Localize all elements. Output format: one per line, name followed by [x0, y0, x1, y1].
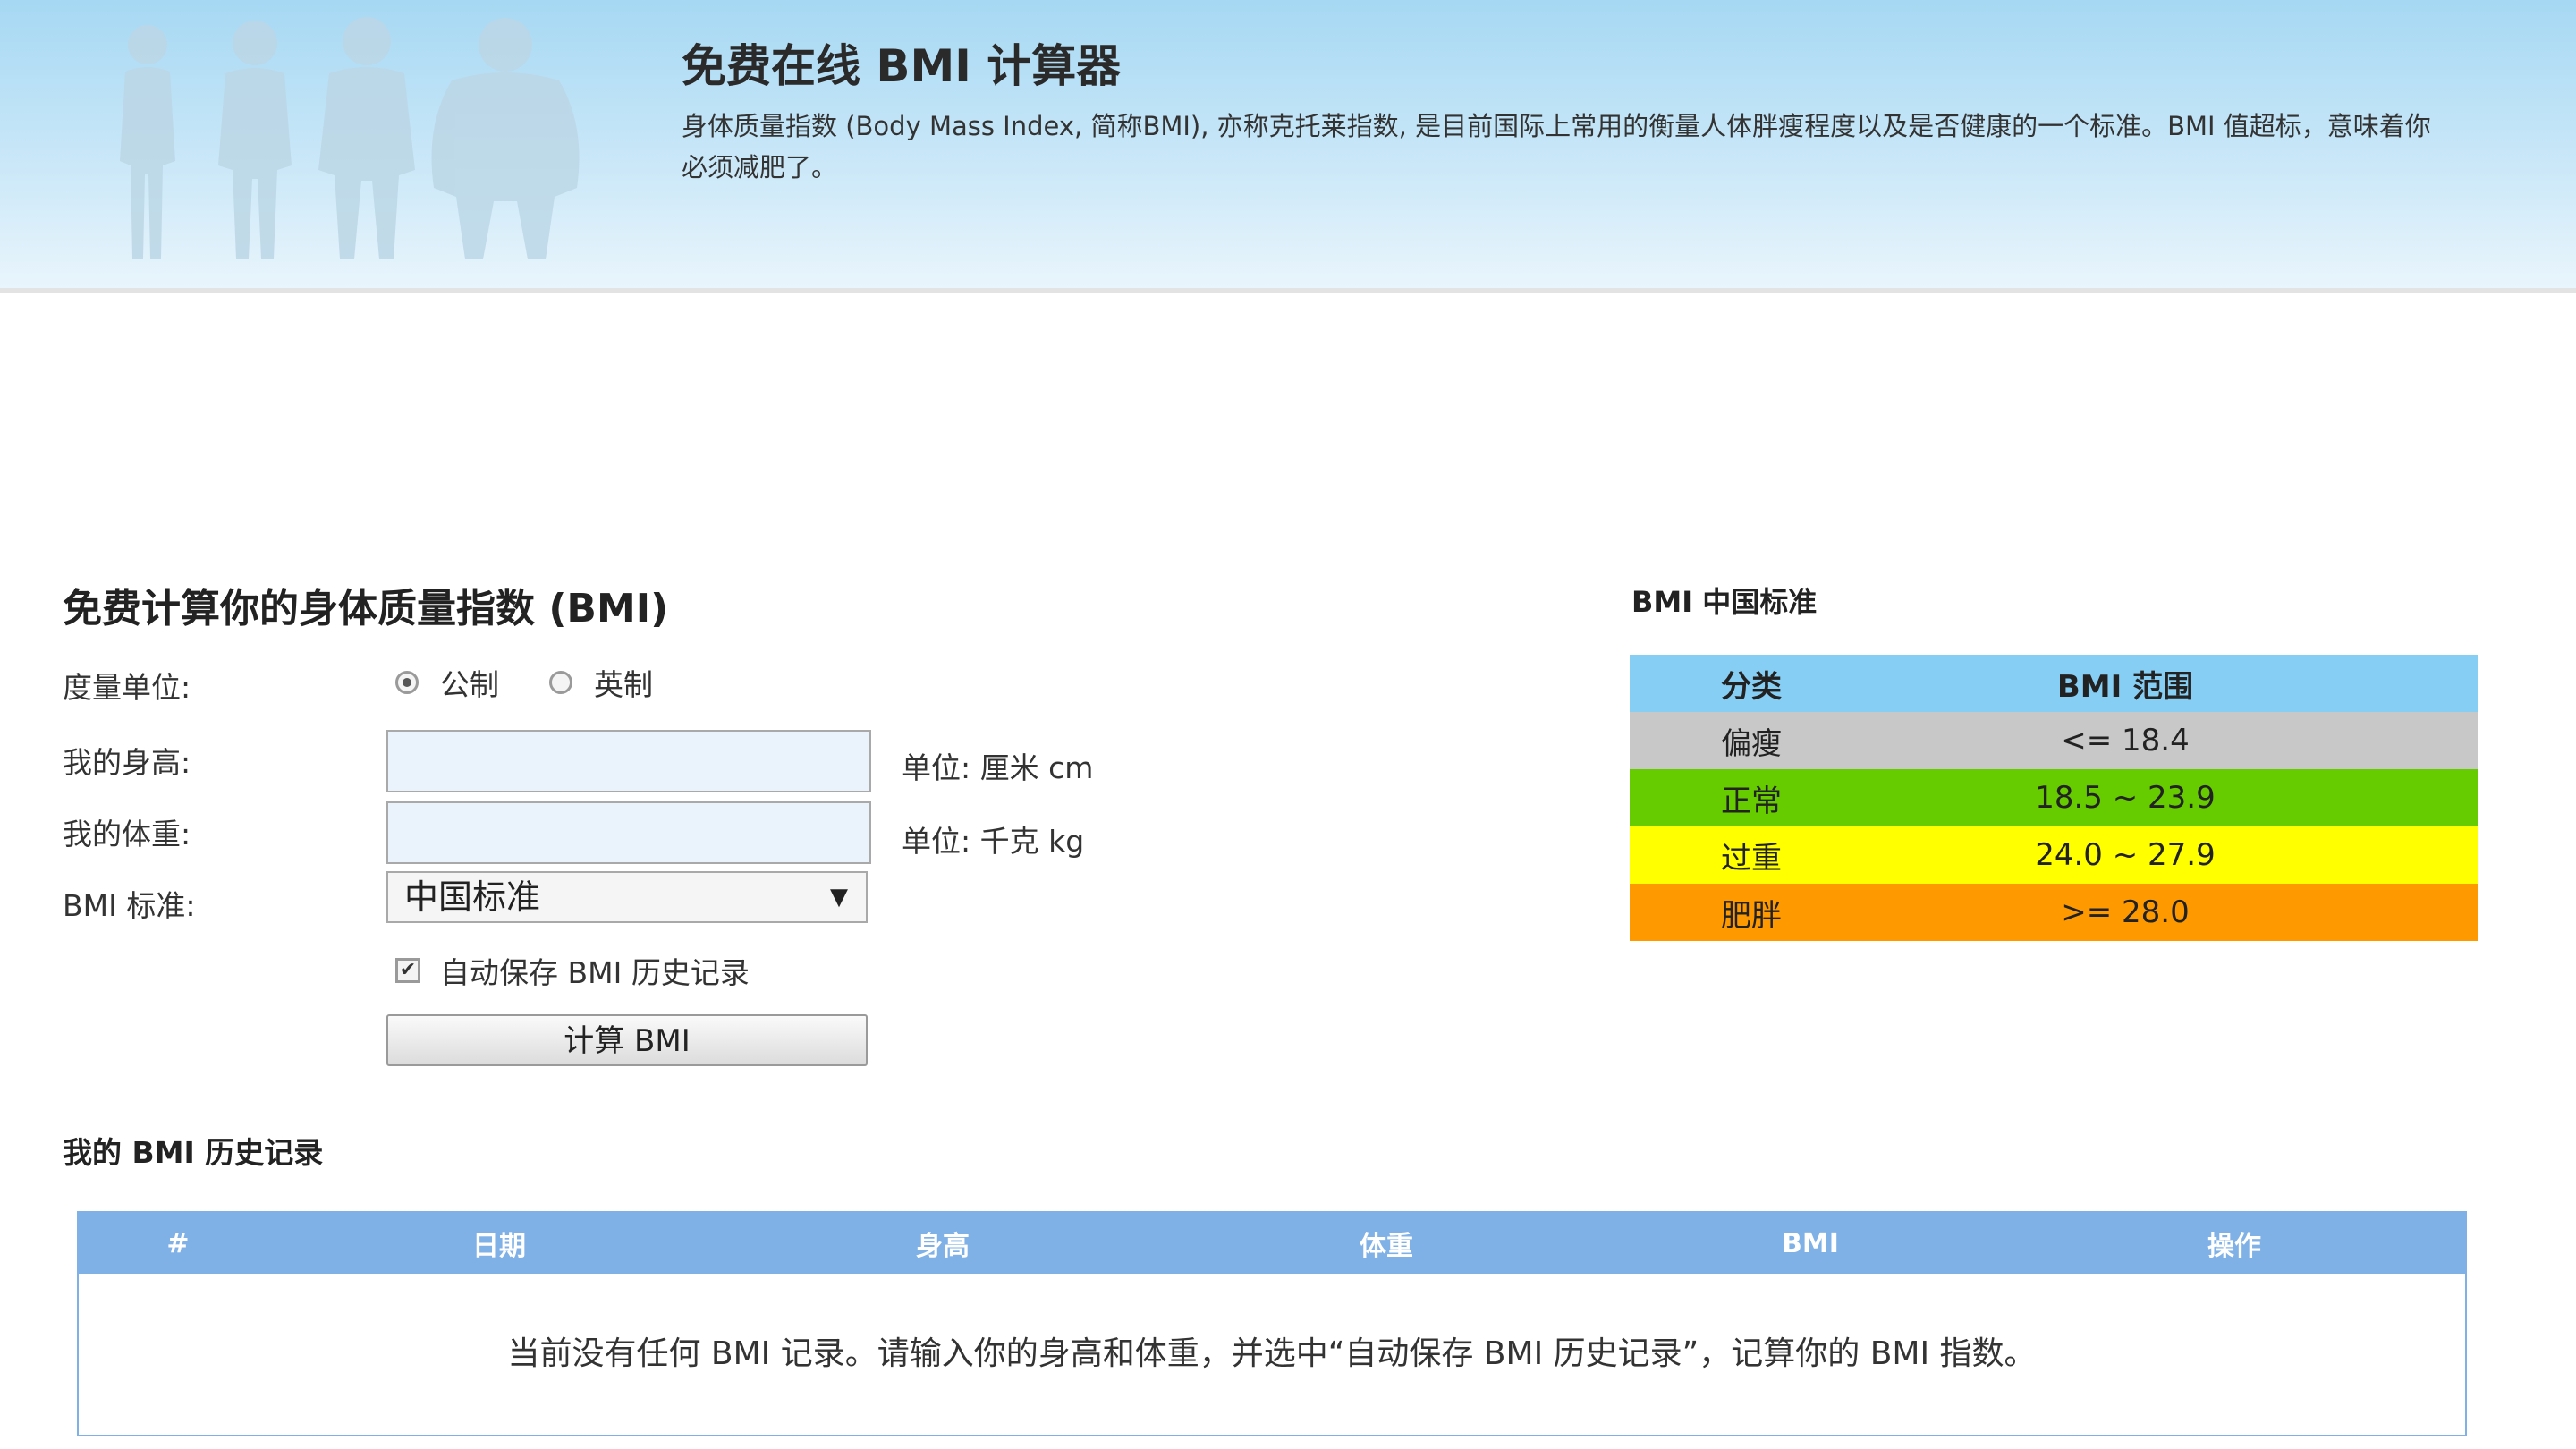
- row-range: >= 28.0: [2061, 894, 2190, 930]
- history-col-index: #: [166, 1227, 190, 1259]
- history-col-date: 日期: [472, 1231, 526, 1262]
- history-col-actions: 操作: [2207, 1231, 2261, 1262]
- row-range: 24.0 ~ 27.9: [2035, 837, 2216, 873]
- standard-label: BMI 标准:: [63, 888, 196, 923]
- height-input[interactable]: [386, 730, 871, 792]
- header-category: 分类: [1721, 668, 1782, 705]
- weight-unit: 单位: 千克 kg: [902, 824, 1085, 859]
- history-table: # 日期 身高 体重 BMI 操作 当前没有任何 BMI 记录。请输入你的身高和…: [77, 1211, 2467, 1436]
- unit-radio-group: 公制 英制: [395, 662, 703, 703]
- row-category: 过重: [1721, 840, 1782, 877]
- unit-label: 度量单位:: [63, 670, 191, 705]
- height-label: 我的身高:: [63, 745, 191, 780]
- standard-row-overweight: 过重 24.0 ~ 27.9: [1630, 826, 2478, 884]
- standard-row-obese: 肥胖 >= 28.0: [1630, 884, 2478, 941]
- height-unit: 单位: 厘米 cm: [902, 750, 1094, 785]
- body-silhouettes-icon: [120, 17, 580, 259]
- standard-select-value: 中国标准: [404, 877, 541, 917]
- standard-row-normal: 正常 18.5 ~ 23.9: [1630, 769, 2478, 826]
- autosave-row: ✔ 自动保存 BMI 历史记录: [395, 950, 750, 991]
- row-category: 正常: [1721, 783, 1782, 819]
- row-category: 肥胖: [1721, 897, 1782, 934]
- standard-row-underweight: 偏瘦 <= 18.4: [1630, 712, 2478, 769]
- calculate-button[interactable]: 计算 BMI: [386, 1014, 868, 1066]
- metric-radio-label[interactable]: 公制: [440, 661, 499, 704]
- history-col-height: 身高: [916, 1231, 970, 1262]
- dropdown-arrow-icon: ▼: [830, 884, 848, 911]
- history-title: 我的 BMI 历史记录: [63, 1135, 324, 1170]
- page-title: 免费在线 BMI 计算器: [682, 40, 1122, 92]
- row-range: <= 18.4: [2061, 723, 2190, 758]
- standard-table: 分类 BMI 范围 偏瘦 <= 18.4 正常 18.5 ~ 23.9 过重 2…: [1630, 655, 2478, 941]
- metric-radio[interactable]: [395, 671, 419, 694]
- imperial-radio[interactable]: [549, 671, 572, 694]
- autosave-checkbox[interactable]: ✔: [395, 958, 420, 983]
- standard-table-title: BMI 中国标准: [1631, 585, 1818, 619]
- row-range: 18.5 ~ 23.9: [2035, 780, 2216, 816]
- weight-label: 我的体重:: [63, 817, 191, 852]
- standard-select[interactable]: 中国标准 ▼: [386, 871, 868, 923]
- history-col-weight: 体重: [1360, 1231, 1413, 1262]
- weight-input[interactable]: [386, 801, 871, 864]
- standard-table-header: 分类 BMI 范围: [1630, 655, 2478, 712]
- autosave-label[interactable]: 自动保存 BMI 历史记录: [440, 949, 750, 992]
- imperial-radio-label[interactable]: 英制: [594, 661, 653, 704]
- history-col-bmi: BMI: [1782, 1227, 1839, 1259]
- header-range: BMI 范围: [2056, 668, 2194, 705]
- page-header: 免费在线 BMI 计算器 身体质量指数 (Body Mass Index, 简称…: [0, 0, 2576, 293]
- row-category: 偏瘦: [1721, 725, 1782, 762]
- history-empty-message: 当前没有任何 BMI 记录。请输入你的身高和体重，并选中“自动保存 BMI 历史…: [507, 1335, 2037, 1372]
- calculator-title: 免费计算你的身体质量指数 (BMI): [63, 586, 669, 631]
- history-table-header: # 日期 身高 体重 BMI 操作: [79, 1213, 2465, 1274]
- page-description: 身体质量指数 (Body Mass Index, 简称BMI), 亦称克托莱指数…: [682, 111, 2431, 182]
